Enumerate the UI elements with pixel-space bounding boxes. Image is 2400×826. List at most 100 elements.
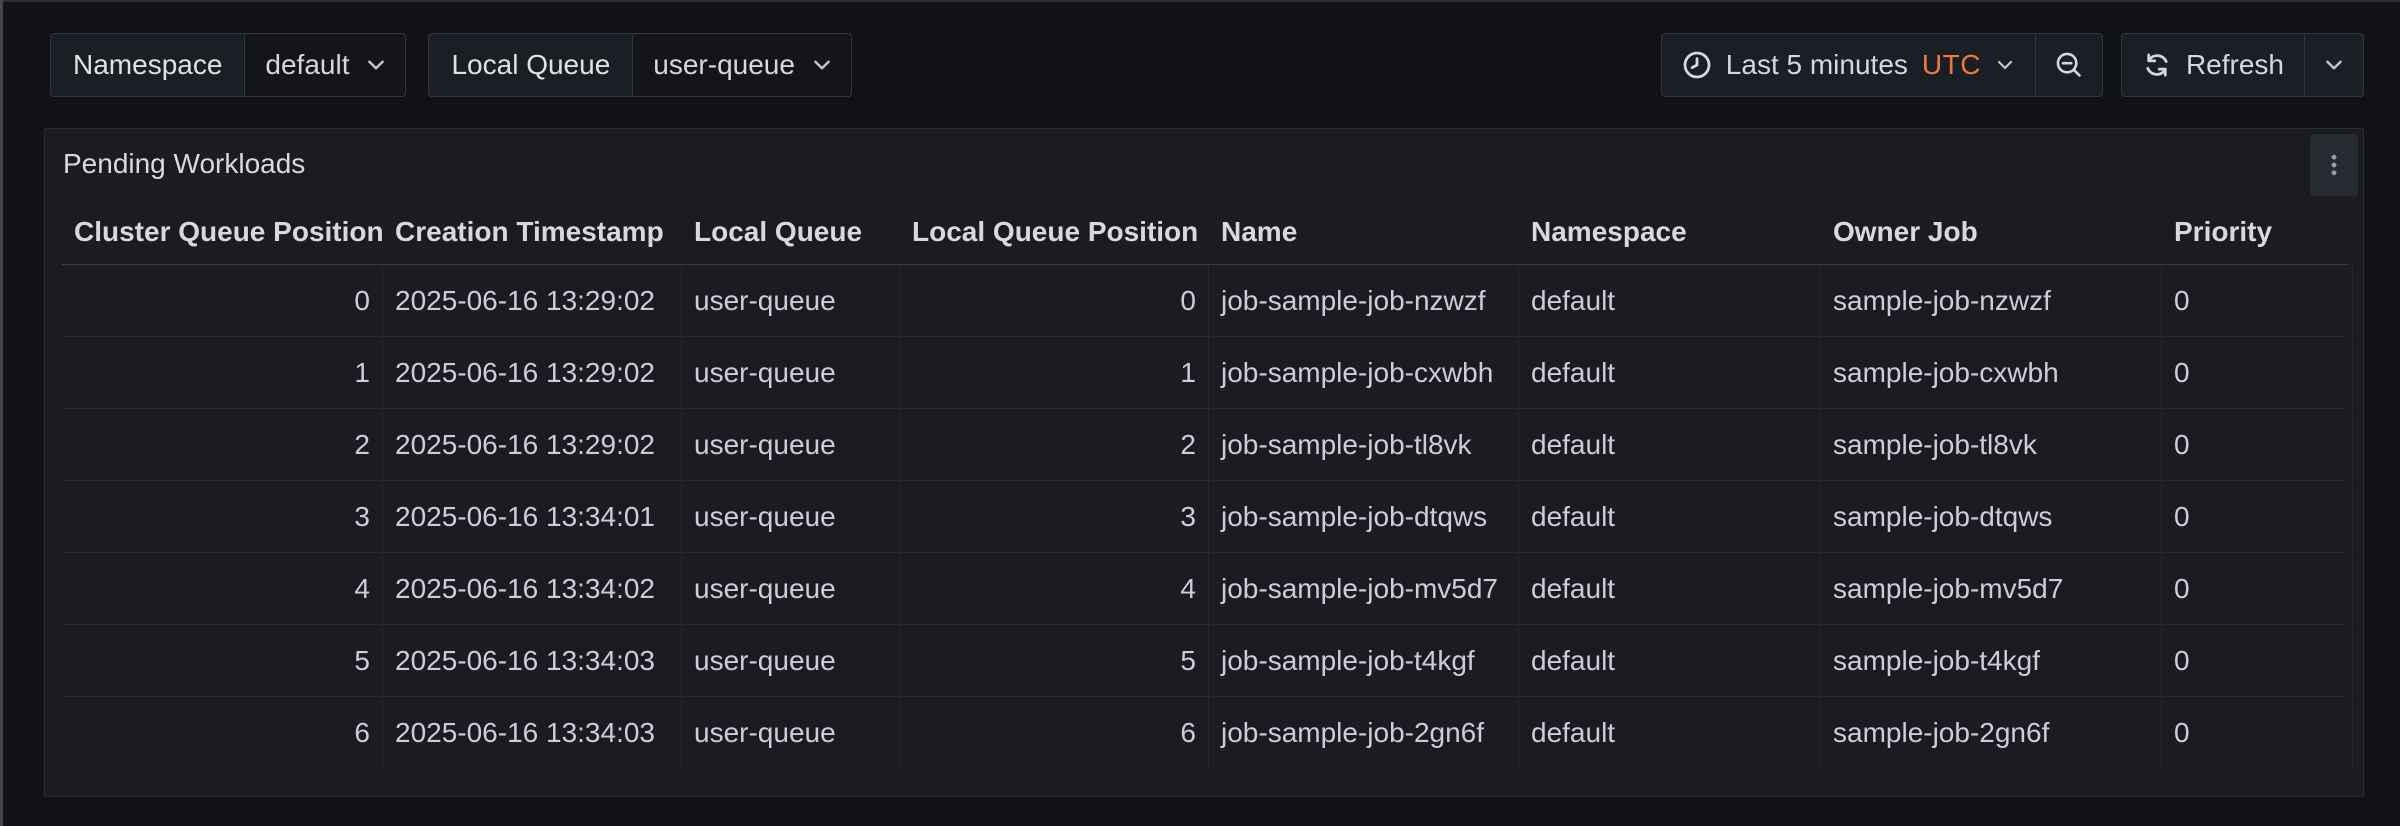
cell-name: job-sample-job-mv5d7 (1209, 553, 1519, 624)
panel-menu-button[interactable] (2310, 134, 2358, 196)
variable-namespace-value: default (265, 49, 349, 81)
cell-owner-job: sample-job-dtqws (1821, 481, 2162, 552)
refresh-group: Refresh (2121, 33, 2364, 97)
cell-local-queue: user-queue (682, 337, 900, 408)
variable-local-queue-select[interactable]: user-queue (633, 33, 852, 97)
column-header-local-queue-position[interactable]: Local Queue Position (900, 199, 1209, 264)
refresh-label: Refresh (2186, 49, 2284, 81)
column-header-owner-job[interactable]: Owner Job (1821, 199, 2162, 264)
cell-priority: 0 (2162, 553, 2353, 624)
grafana-dashboard: Namespace default Local Queue user-queue (0, 0, 2400, 826)
cell-cluster-queue-position: 5 (62, 625, 383, 696)
cell-local-queue-position: 2 (900, 409, 1209, 480)
cell-priority: 0 (2162, 409, 2353, 480)
cell-local-queue: user-queue (682, 697, 900, 769)
refresh-interval-dropdown[interactable] (2304, 33, 2364, 97)
table-row: 22025-06-16 13:29:02user-queue2job-sampl… (62, 409, 2347, 481)
cell-local-queue-position: 6 (900, 697, 1209, 769)
cell-local-queue: user-queue (682, 265, 900, 336)
column-header-priority[interactable]: Priority (2162, 199, 2353, 264)
cell-local-queue-position: 0 (900, 265, 1209, 336)
cell-owner-job: sample-job-2gn6f (1821, 697, 2162, 769)
cell-cluster-queue-position: 1 (62, 337, 383, 408)
cell-namespace: default (1519, 409, 1821, 480)
column-header-cluster-queue-position[interactable]: Cluster Queue Position (62, 199, 383, 264)
kebab-vertical-icon (2321, 152, 2347, 178)
pending-workloads-table: Cluster Queue PositionCreation Timestamp… (62, 199, 2347, 769)
cell-creation-timestamp: 2025-06-16 13:29:02 (383, 337, 682, 408)
cell-creation-timestamp: 2025-06-16 13:34:03 (383, 697, 682, 769)
timezone-label: UTC (1922, 49, 1981, 81)
clock-icon (1682, 50, 1712, 80)
cell-creation-timestamp: 2025-06-16 13:34:02 (383, 553, 682, 624)
chevron-down-icon (365, 54, 387, 76)
variables-bar: Namespace default Local Queue user-queue (50, 33, 852, 97)
cell-local-queue-position: 3 (900, 481, 1209, 552)
column-header-namespace[interactable]: Namespace (1519, 199, 1821, 264)
time-controls: Last 5 minutes UTC (1661, 33, 2364, 97)
cell-owner-job: sample-job-tl8vk (1821, 409, 2162, 480)
cell-local-queue-position: 5 (900, 625, 1209, 696)
cell-local-queue: user-queue (682, 625, 900, 696)
cell-local-queue: user-queue (682, 553, 900, 624)
cell-creation-timestamp: 2025-06-16 13:34:01 (383, 481, 682, 552)
cell-namespace: default (1519, 625, 1821, 696)
panel-header: Pending Workloads (45, 129, 2363, 199)
sync-icon (2142, 50, 2172, 80)
variable-namespace-select[interactable]: default (245, 33, 406, 97)
cell-cluster-queue-position: 3 (62, 481, 383, 552)
cell-namespace: default (1519, 697, 1821, 769)
time-picker-button[interactable]: Last 5 minutes UTC (1661, 33, 2036, 97)
cell-owner-job: sample-job-mv5d7 (1821, 553, 2162, 624)
table-row: 02025-06-16 13:29:02user-queue0job-sampl… (62, 265, 2347, 337)
table-row: 42025-06-16 13:34:02user-queue4job-sampl… (62, 553, 2347, 625)
cell-local-queue-position: 1 (900, 337, 1209, 408)
cell-creation-timestamp: 2025-06-16 13:34:03 (383, 625, 682, 696)
cell-namespace: default (1519, 481, 1821, 552)
variable-namespace: Namespace default (50, 33, 406, 97)
cell-creation-timestamp: 2025-06-16 13:29:02 (383, 265, 682, 336)
cell-name: job-sample-job-nzwzf (1209, 265, 1519, 336)
cell-priority: 0 (2162, 337, 2353, 408)
cell-owner-job: sample-job-t4kgf (1821, 625, 2162, 696)
cell-owner-job: sample-job-nzwzf (1821, 265, 2162, 336)
time-picker-group: Last 5 minutes UTC (1661, 33, 2103, 97)
cell-priority: 0 (2162, 481, 2353, 552)
cell-name: job-sample-job-dtqws (1209, 481, 1519, 552)
cell-local-queue-position: 4 (900, 553, 1209, 624)
table-row: 62025-06-16 13:34:03user-queue6job-sampl… (62, 697, 2347, 769)
variable-local-queue: Local Queue user-queue (428, 33, 851, 97)
variable-namespace-label: Namespace (50, 33, 245, 97)
cell-name: job-sample-job-2gn6f (1209, 697, 1519, 769)
pending-workloads-panel: Pending Workloads Cluster Queue Position… (44, 128, 2364, 797)
cell-owner-job: sample-job-cxwbh (1821, 337, 2162, 408)
cell-namespace: default (1519, 337, 1821, 408)
cell-local-queue: user-queue (682, 481, 900, 552)
column-header-name[interactable]: Name (1209, 199, 1519, 264)
table-header-row: Cluster Queue PositionCreation Timestamp… (62, 199, 2347, 265)
chevron-down-icon (1995, 55, 2015, 75)
dashboard-toolbar: Namespace default Local Queue user-queue (50, 33, 2364, 97)
table-row: 12025-06-16 13:29:02user-queue1job-sampl… (62, 337, 2347, 409)
variable-local-queue-value: user-queue (653, 49, 795, 81)
variable-local-queue-label: Local Queue (428, 33, 633, 97)
time-zoom-out-button[interactable] (2035, 33, 2103, 97)
table-body: 02025-06-16 13:29:02user-queue0job-sampl… (62, 265, 2347, 769)
cell-namespace: default (1519, 265, 1821, 336)
cell-local-queue: user-queue (682, 409, 900, 480)
cell-name: job-sample-job-tl8vk (1209, 409, 1519, 480)
cell-name: job-sample-job-cxwbh (1209, 337, 1519, 408)
cell-namespace: default (1519, 553, 1821, 624)
table-row: 52025-06-16 13:34:03user-queue5job-sampl… (62, 625, 2347, 697)
cell-creation-timestamp: 2025-06-16 13:29:02 (383, 409, 682, 480)
cell-cluster-queue-position: 2 (62, 409, 383, 480)
cell-name: job-sample-job-t4kgf (1209, 625, 1519, 696)
cell-priority: 0 (2162, 625, 2353, 696)
refresh-button[interactable]: Refresh (2121, 33, 2305, 97)
column-header-local-queue[interactable]: Local Queue (682, 199, 900, 264)
cell-cluster-queue-position: 0 (62, 265, 383, 336)
column-header-creation-timestamp[interactable]: Creation Timestamp (383, 199, 682, 264)
chevron-down-icon (2323, 54, 2345, 76)
panel-title[interactable]: Pending Workloads (63, 148, 305, 180)
cell-priority: 0 (2162, 265, 2353, 336)
